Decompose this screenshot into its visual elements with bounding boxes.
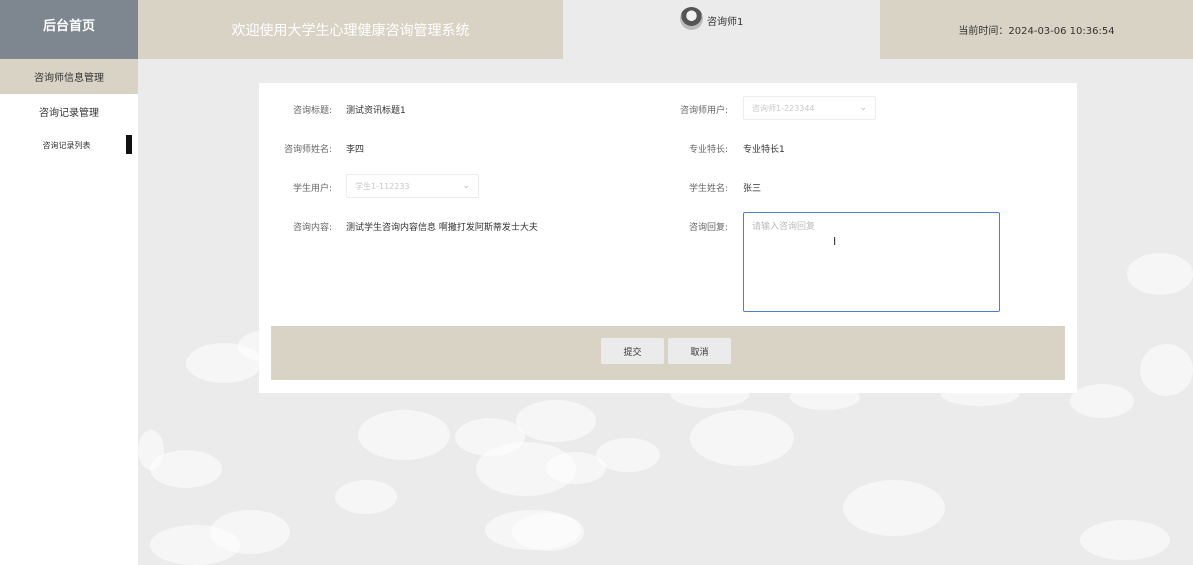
active-marker — [126, 135, 132, 154]
counselor-name-value: 李四 — [346, 145, 365, 155]
counselor-user-label: 咨询师用户: — [679, 106, 728, 116]
student-name-label: 学生姓名: — [688, 184, 728, 194]
specialty-value: 专业特长1 — [743, 145, 785, 155]
content-value: 测试学生咨询内容信息 啊撒打发阿斯蒂发士大夫 — [346, 223, 538, 233]
sidebar-subitem-record-list[interactable]: 咨询记录列表 — [0, 129, 138, 161]
content-label: 咨询内容: — [292, 223, 332, 233]
student-user-value: 学生1-112233 — [355, 181, 410, 191]
sidebar-item-label: 咨询师信息管理 — [34, 73, 104, 84]
username[interactable]: 咨询师1 — [707, 13, 743, 28]
sidebar-item-consultation-records[interactable]: 咨询记录管理 — [0, 94, 138, 129]
title-value: 测试资讯标题1 — [346, 106, 406, 116]
sidebar: 咨询师信息管理 咨询记录管理 咨询记录列表 — [0, 59, 138, 565]
student-name-value: 张三 — [743, 184, 762, 194]
reply-label: 咨询回复: — [688, 223, 728, 233]
counselor-user-select[interactable]: 咨询师1-223344 ⌄ — [743, 96, 876, 120]
sidebar-item-label: 咨询记录管理 — [39, 108, 99, 119]
reply-placeholder: 请输入咨询回复 — [752, 222, 816, 232]
submit-button[interactable]: 提交 — [601, 338, 664, 364]
student-user-select[interactable]: 学生1-112233 ⌄ — [346, 174, 479, 198]
counselor-user-value: 咨询师1-223344 — [752, 103, 815, 113]
chevron-down-icon: ⌄ — [462, 181, 470, 191]
sidebar-item-counselor-info[interactable]: 咨询师信息管理 — [0, 59, 138, 94]
current-time-text: 当前时间：2024-03-06 10:36:54 — [958, 26, 1115, 37]
system-title-banner: 欢迎使用大学生心理健康咨询管理系统 — [138, 0, 563, 59]
student-user-label: 学生用户: — [292, 184, 332, 194]
user-box[interactable]: 咨询师1 — [563, 0, 880, 59]
home-label: 后台首页 — [42, 19, 95, 34]
current-time: 当前时间：2024-03-06 10:36:54 — [880, 0, 1193, 59]
text-cursor-icon: I — [833, 235, 837, 248]
chevron-down-icon: ⌄ — [859, 103, 867, 113]
title-label: 咨询标题: — [292, 106, 332, 116]
home-link[interactable]: 后台首页 — [0, 0, 138, 59]
sidebar-subitem-label: 咨询记录列表 — [42, 140, 91, 150]
specialty-label: 专业特长: — [688, 145, 728, 155]
consultation-form: 咨询标题: 测试资讯标题1 咨询师用户: 咨询师1-223344 ⌄ 咨询师姓名… — [259, 83, 1077, 393]
form-actions: 提交 取消 — [271, 326, 1065, 380]
avatar[interactable] — [680, 7, 703, 30]
cancel-button[interactable]: 取消 — [668, 338, 731, 364]
system-title: 欢迎使用大学生心理健康咨询管理系统 — [231, 22, 470, 39]
counselor-name-label: 咨询师姓名: — [283, 145, 332, 155]
reply-textarea[interactable]: 请输入咨询回复 — [743, 212, 1000, 312]
